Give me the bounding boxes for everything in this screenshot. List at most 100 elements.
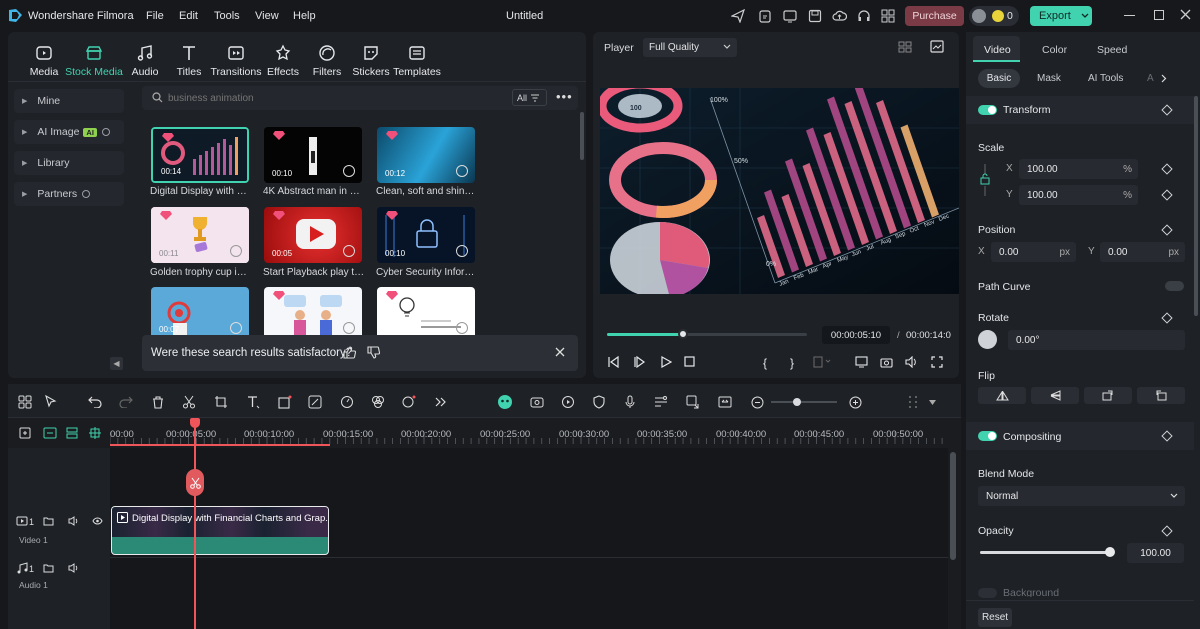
fullscreen-icon[interactable] <box>931 356 943 368</box>
send-icon[interactable] <box>731 9 745 23</box>
rotate-dial[interactable] <box>978 330 997 349</box>
save-icon[interactable] <box>808 9 822 23</box>
flip-vertical-button[interactable] <box>1031 387 1079 404</box>
clipboard-icon[interactable] <box>758 9 772 23</box>
play-icon[interactable] <box>660 356 672 368</box>
playhead-handle[interactable] <box>190 418 200 428</box>
sidebar-item-partners[interactable]: ▶ Partners <box>14 182 124 206</box>
insert-icon[interactable] <box>813 356 831 368</box>
delete-icon[interactable] <box>149 393 167 411</box>
tab-color[interactable]: Color <box>1042 44 1067 56</box>
quality-dropdown[interactable]: Full Quality <box>643 38 737 57</box>
flip-horizontal-button[interactable] <box>978 387 1026 404</box>
microphone-icon[interactable] <box>621 393 639 411</box>
stop-icon[interactable] <box>684 356 695 367</box>
more-tools-icon[interactable] <box>432 393 450 411</box>
scale-y-input[interactable]: 100.00 % <box>1019 185 1138 205</box>
rotate-right-button[interactable] <box>1084 387 1132 404</box>
mark-in-icon[interactable]: { <box>763 356 767 370</box>
menu-file[interactable]: File <box>146 10 164 22</box>
color-match-icon[interactable] <box>306 393 324 411</box>
scale-x-input[interactable]: 100.00 % <box>1019 159 1138 179</box>
cloud-upload-icon[interactable] <box>832 9 847 23</box>
download-icon[interactable] <box>343 245 355 257</box>
account-credits[interactable]: 0 <box>969 6 1019 26</box>
snap-icon[interactable] <box>89 427 101 439</box>
ai-assistant-icon[interactable] <box>496 393 514 411</box>
mask-shield-icon[interactable] <box>590 393 608 411</box>
box-tool-icon[interactable] <box>276 393 294 411</box>
audio-mixer-icon[interactable] <box>652 393 670 411</box>
video-preview[interactable]: 100% 50% 0% 100 Jan Feb Mar Apr May Jun Jul Aug… <box>600 88 959 294</box>
opacity-input[interactable]: 100.00 <box>1127 543 1184 563</box>
subtab-basic[interactable]: Basic <box>978 69 1020 88</box>
background-toggle[interactable] <box>978 588 997 598</box>
rotate-left-button[interactable] <box>1137 387 1185 404</box>
reset-button[interactable]: Reset <box>978 608 1012 627</box>
more-options-icon[interactable]: ••• <box>556 89 573 104</box>
download-icon[interactable] <box>230 245 242 257</box>
compositing-toggle[interactable] <box>978 431 997 441</box>
close-icon[interactable] <box>1180 9 1191 20</box>
current-time[interactable]: 00:00:05:10 <box>822 326 890 344</box>
zoom-out-icon[interactable] <box>748 393 766 411</box>
apps-grid-icon[interactable] <box>881 9 895 23</box>
filter-dropdown[interactable]: All <box>512 89 547 106</box>
menu-tools[interactable]: Tools <box>214 10 240 22</box>
menu-edit[interactable]: Edit <box>179 10 198 22</box>
crop-icon[interactable] <box>212 393 230 411</box>
download-icon[interactable] <box>456 165 468 177</box>
download-icon[interactable] <box>343 165 355 177</box>
snapshot-view-icon[interactable] <box>930 40 944 53</box>
download-icon[interactable] <box>230 322 242 334</box>
position-y-input[interactable]: 0.00 px <box>1100 242 1185 262</box>
purchase-button[interactable]: Purchase <box>905 6 964 26</box>
playback-progress[interactable] <box>607 329 807 339</box>
speed-icon[interactable] <box>338 393 356 411</box>
text-tool-icon[interactable] <box>244 393 262 411</box>
properties-scrollbar[interactable] <box>1194 96 1198 316</box>
path-curve-toggle[interactable] <box>1165 281 1184 291</box>
chevron-down-icon[interactable] <box>923 393 941 411</box>
opacity-handle[interactable] <box>1105 547 1115 557</box>
sidebar-item-mine[interactable]: ▶ Mine <box>14 89 124 113</box>
link-tracks-icon[interactable] <box>43 427 57 439</box>
replace-icon[interactable] <box>684 393 702 411</box>
download-icon[interactable] <box>343 322 355 334</box>
timeline-scrollbar[interactable] <box>950 452 956 560</box>
search-input[interactable] <box>168 89 498 107</box>
collapse-sidebar-button[interactable]: ◀ <box>110 357 123 370</box>
maximize-icon[interactable] <box>1154 10 1164 20</box>
menu-help[interactable]: Help <box>293 10 316 22</box>
download-icon[interactable] <box>456 322 468 334</box>
scissors-icon[interactable] <box>180 393 198 411</box>
display-icon[interactable] <box>855 356 868 368</box>
subtab-ai-tools[interactable]: AI Tools <box>1088 73 1123 84</box>
auto-reframe-icon[interactable] <box>559 393 577 411</box>
layout-options-icon[interactable] <box>904 393 922 411</box>
subtab-mask[interactable]: Mask <box>1037 73 1061 84</box>
download-icon[interactable] <box>456 245 468 257</box>
subtab-more[interactable]: A <box>1147 73 1154 84</box>
monitor-icon[interactable] <box>783 9 797 23</box>
sidebar-item-library[interactable]: ▶ Library <box>14 151 124 175</box>
layout-icon[interactable] <box>16 393 34 411</box>
close-feedback-icon[interactable] <box>555 347 565 357</box>
transform-toggle[interactable] <box>978 105 997 115</box>
fit-icon[interactable] <box>716 393 734 411</box>
rotate-input[interactable]: 0.00° <box>1008 330 1185 350</box>
progress-handle[interactable] <box>678 329 688 339</box>
select-tool-icon[interactable] <box>42 393 60 411</box>
sidebar-item-ai-image[interactable]: ▶ AI Image AI <box>14 120 124 144</box>
add-track-icon[interactable] <box>19 427 31 439</box>
blend-mode-dropdown[interactable]: Normal <box>978 486 1185 506</box>
opacity-slider[interactable] <box>980 547 1115 557</box>
export-button[interactable]: Export <box>1030 6 1092 26</box>
thumbs-down-icon[interactable] <box>367 346 380 359</box>
folder-icon[interactable] <box>43 563 54 573</box>
effects-tool-icon[interactable] <box>369 393 387 411</box>
camera-icon[interactable] <box>880 356 893 368</box>
previous-frame-icon[interactable] <box>607 356 619 368</box>
position-x-input[interactable]: 0.00 px <box>991 242 1076 262</box>
record-screen-icon[interactable] <box>528 393 546 411</box>
